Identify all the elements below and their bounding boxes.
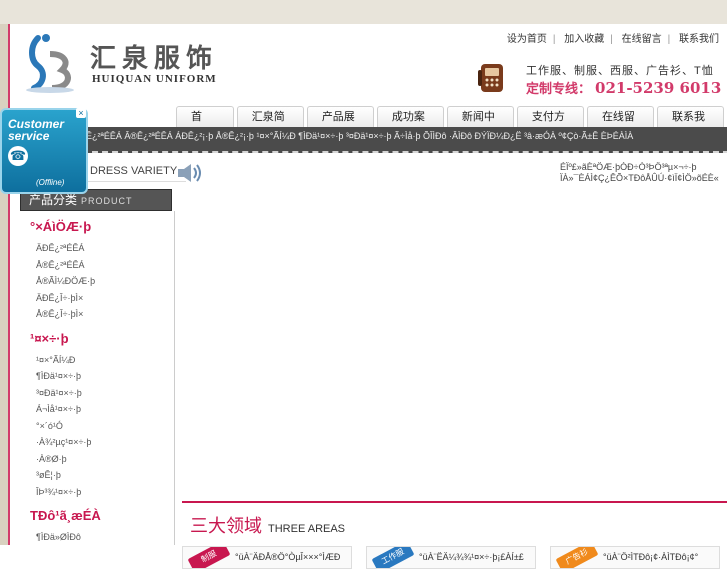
- logo-english-name: HUIQUAN UNIFORM: [92, 73, 217, 85]
- category-item[interactable]: ¶ÌÐä¹¤×÷·þ: [36, 368, 174, 385]
- hotline: 定制专线： 021-5239 6013: [526, 78, 721, 97]
- cs-title-line2: service: [8, 129, 50, 143]
- area-card-text: °üÀ¨ËÄ¼¾¾¹¤×÷·þ¡£ÀÍ±£: [419, 552, 524, 562]
- sidebar-heading-cn: 产品分类: [29, 193, 78, 207]
- category-item[interactable]: ÄÐÊ¿Î÷·þÌ×: [36, 290, 174, 307]
- area-card-text: °üÀ¨ÄÐÅ®Ö°ÒµÎ×××°ÌÆÐ: [235, 552, 341, 562]
- dress-variety-label: DRESS VARIETY: [82, 161, 186, 182]
- category-item[interactable]: °×´ó¹Ó: [36, 418, 174, 435]
- online-message-link[interactable]: 在线留言: [622, 34, 662, 45]
- page-left-margin: [0, 24, 8, 545]
- category-item[interactable]: ¶ÌÐä»ØÌÐô: [36, 529, 174, 546]
- speaker-icon: [178, 164, 201, 182]
- area-card-uniform[interactable]: 制服 °üÀ¨ÄÐÅ®Ö°ÒµÎ×××°ÌÆÐ: [182, 546, 352, 569]
- category-item[interactable]: ³¤Ðä¹¤×÷·þ: [36, 385, 174, 402]
- areas-title-cn: 三大领域: [190, 516, 262, 536]
- category-item[interactable]: Å®ÃÌ¼ÐÖÆ·þ: [36, 273, 174, 290]
- service-list: 工作服、制服、西服、广告衫、T恤: [526, 65, 714, 77]
- nav-news[interactable]: 新闻中心: [446, 106, 514, 143]
- nav-about[interactable]: 汇泉简介: [236, 106, 304, 143]
- category-title[interactable]: °×ÁìÖÆ·þ: [30, 219, 174, 234]
- category-item[interactable]: Á¬Ìå¹¤×÷·þ: [36, 401, 174, 418]
- nav-message[interactable]: 在线留言: [586, 106, 654, 143]
- logo-chinese-name: 汇泉服饰: [90, 44, 219, 74]
- logo-icon[interactable]: [20, 32, 80, 94]
- area-card-text: °üÀ¨Ö²ÌTÐô¡¢·ÀÌTÐô¡¢°: [603, 552, 699, 562]
- news-marquee[interactable]: ÉÏº£»ãÈªÖÆ·þÓÐ÷Ó³ÞÖ³ªµ×¬÷·þ ÏÀ»¯ÈÁÌ¢Ç¿ÊÕ…: [560, 162, 727, 184]
- category-item[interactable]: ·À®Ø·þ: [36, 451, 174, 468]
- ribbon-label: 制服: [187, 547, 231, 568]
- main-nav: 首 页 汇泉简介 产品展示 成功案例 新闻中心 支付方式 在线留言 联系我们: [176, 106, 727, 143]
- nav-home[interactable]: 首 页: [176, 106, 234, 143]
- nav-contact[interactable]: 联系我们: [656, 106, 724, 143]
- hotline-label: 定制专线：: [526, 82, 592, 97]
- category-item[interactable]: ³øÊ¦·þ: [36, 467, 174, 484]
- area-card-workwear[interactable]: 工作服 °üÀ¨ËÄ¼¾¾¹¤×÷·þ¡£ÀÍ±£: [366, 546, 536, 569]
- ribbon-label: 广告衫: [555, 547, 599, 568]
- set-homepage-link[interactable]: 设为首页: [507, 34, 547, 45]
- three-areas-heading: 三大领域 THREE AREAS: [190, 512, 345, 538]
- hotline-number: 021-5239 6013: [595, 79, 722, 97]
- category-item[interactable]: ÄÐÊ¿²ªÉÊÁ: [36, 240, 174, 257]
- contact-us-link[interactable]: 联系我们: [679, 34, 719, 45]
- marquee-line-2: ÏÀ»¯ÈÁÌ¢Ç¿ÊÕ×TÐôÅÛÚ·¢ìÏ¢ÌÖ»õÉÈ«: [560, 173, 719, 183]
- areas-title-en: THREE AREAS: [268, 523, 346, 535]
- marquee-line-1: ÉÏº£»ãÈªÖÆ·þÓÐ÷Ó³ÞÖ³ªµ×¬÷·þ: [560, 162, 697, 172]
- close-icon[interactable]: ×: [76, 108, 86, 118]
- section-divider: [182, 501, 727, 503]
- ribbon-label: 工作服: [371, 547, 415, 568]
- nav-products[interactable]: 产品展示: [306, 106, 374, 143]
- customer-service-widget[interactable]: × Customer service ☎ (Offline): [0, 108, 88, 194]
- nav-payment[interactable]: 支付方式: [516, 106, 584, 143]
- main-banner-area: [182, 186, 727, 502]
- add-favorite-link[interactable]: 加入收藏: [564, 34, 604, 45]
- category-title[interactable]: TÐô¹ã¸æÉÀ: [30, 508, 174, 523]
- category-item[interactable]: ¹¤×°ÃÍ¼Ð: [36, 352, 174, 369]
- category-title[interactable]: ¹¤×÷·þ: [30, 331, 174, 346]
- cs-title: Customer service: [8, 118, 64, 142]
- category-item[interactable]: Å®Ê¿²ªÉÊÁ: [36, 257, 174, 274]
- browser-top-strip: [0, 0, 727, 24]
- sidebar-heading-en: PRODUCT: [81, 196, 133, 206]
- phone-handset-icon: ☎: [8, 146, 28, 166]
- product-sidebar: °×ÁìÖÆ·þ ÄÐÊ¿²ªÉÊÁ Å®Ê¿²ªÉÊÁ Å®ÃÌ¼ÐÖÆ·þ …: [20, 211, 175, 545]
- category-item[interactable]: Å®Ê¿Î÷·þÌ×: [36, 306, 174, 323]
- cs-status: (Offline): [36, 178, 65, 187]
- page-container: 汇泉服饰 HUIQUAN UNIFORM 设为首页 | 加入收藏 | 在线留言 | 联…: [8, 24, 727, 569]
- category-item[interactable]: ·À¾²µç¹¤×÷·þ: [36, 434, 174, 451]
- phone-icon: [478, 64, 503, 92]
- nav-cases[interactable]: 成功案例: [376, 106, 444, 143]
- category-item[interactable]: ÎÞ³¾¹¤×÷·þ: [36, 484, 174, 501]
- area-card-adshirt[interactable]: 广告衫 °üÀ¨Ö²ÌTÐô¡¢·ÀÌTÐô¡¢°: [550, 546, 720, 569]
- top-links: 设为首页 | 加入收藏 | 在线留言 | 联系我们: [506, 34, 719, 45]
- product-ticker[interactable]: Ê¿²ªÉÊÁ Â®Ê¿²ªÉÊÁ ÁÐÊ¿²¡·þ Å®Ê¿²¡·þ ¹¤×°…: [82, 127, 727, 153]
